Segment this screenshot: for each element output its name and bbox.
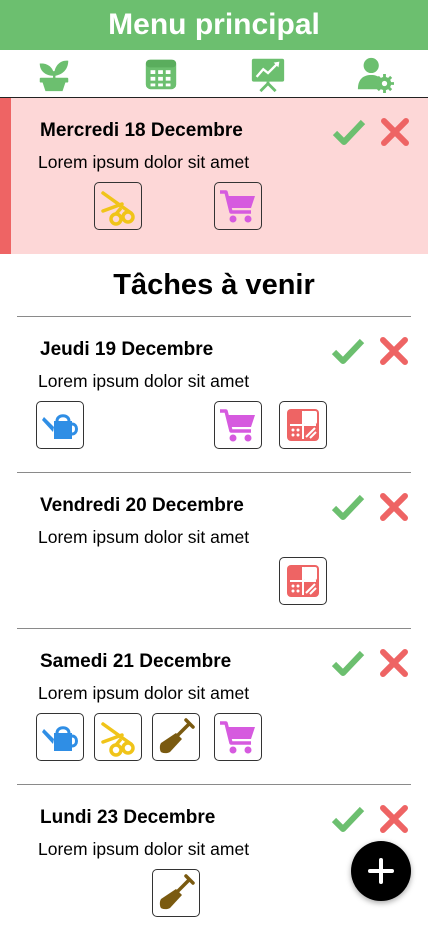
task-card[interactable]: Samedi 21 Decembre Lorem ipsum dolor sit… [17, 628, 411, 784]
nav-profile[interactable] [321, 50, 428, 97]
nav-bar [0, 50, 428, 98]
page-title: Menu principal [108, 8, 320, 41]
tool-calculator[interactable] [279, 401, 327, 449]
shovel-icon [159, 874, 195, 910]
task-description: Lorem ipsum dolor sit amet [38, 152, 250, 172]
nav-calendar[interactable] [107, 50, 214, 97]
delete-task-button[interactable] [377, 802, 411, 836]
chart-icon [251, 58, 284, 92]
task-actions [331, 490, 411, 524]
tool-calculator[interactable] [279, 557, 327, 605]
tool-shovel[interactable] [152, 869, 200, 917]
tool-cart[interactable] [214, 713, 262, 761]
upcoming-task-list: Jeudi 19 Decembre Lorem ipsum dolor sit … [0, 316, 428, 926]
complete-task-button[interactable] [332, 115, 366, 149]
scissors-icon [101, 722, 135, 757]
tool-scissors[interactable] [94, 713, 142, 761]
calculator-icon [287, 565, 319, 597]
task-card[interactable]: Lundi 23 Decembre Lorem ipsum dolor sit … [17, 784, 411, 926]
watering-can-icon [42, 414, 78, 439]
plant-icon [39, 60, 68, 91]
watering-can-icon [42, 726, 78, 751]
check-icon [331, 494, 365, 520]
cart-icon [220, 721, 255, 754]
check-icon [332, 119, 366, 145]
app-header: Menu principal [0, 0, 428, 50]
task-description: Lorem ipsum dolor sit amet [38, 371, 250, 391]
cart-icon [220, 409, 255, 442]
plus-icon [368, 858, 394, 884]
upcoming-section-title: Tâches à venir [113, 268, 315, 301]
delete-task-button[interactable] [377, 490, 411, 524]
tool-cart[interactable] [214, 401, 262, 449]
check-icon [331, 806, 365, 832]
task-date: Lundi 23 Decembre [40, 807, 216, 828]
close-icon [380, 649, 408, 677]
shovel-icon [159, 718, 195, 754]
tool-scissors[interactable] [94, 182, 142, 230]
task-date: Jeudi 19 Decembre [40, 339, 214, 360]
delete-task-button[interactable] [378, 115, 412, 149]
close-icon [380, 805, 408, 833]
task-date: Vendredi 20 Decembre [40, 495, 244, 516]
add-task-button[interactable] [351, 841, 411, 901]
nav-plants[interactable] [0, 50, 107, 97]
task-actions [331, 646, 411, 680]
calendar-icon [145, 59, 176, 89]
tool-watering-can[interactable] [36, 713, 84, 761]
delete-task-button[interactable] [377, 334, 411, 368]
today-accent-bar [0, 98, 11, 254]
delete-task-button[interactable] [377, 646, 411, 680]
close-icon [381, 118, 409, 146]
task-card[interactable]: Vendredi 20 Decembre Lorem ipsum dolor s… [17, 472, 411, 628]
complete-task-button[interactable] [331, 802, 365, 836]
task-description: Lorem ipsum dolor sit amet [38, 527, 250, 547]
task-date: Samedi 21 Decembre [40, 651, 232, 672]
user-settings-icon [357, 57, 394, 93]
task-actions [332, 115, 412, 149]
close-icon [380, 337, 408, 365]
task-actions [331, 802, 411, 836]
check-icon [331, 338, 365, 364]
check-icon [331, 650, 365, 676]
task-date: Mercredi 18 Decembre [40, 120, 243, 141]
close-icon [380, 493, 408, 521]
task-card[interactable]: Jeudi 19 Decembre Lorem ipsum dolor sit … [17, 316, 411, 472]
task-description: Lorem ipsum dolor sit amet [38, 839, 250, 859]
task-actions [331, 334, 411, 368]
tool-shovel[interactable] [152, 713, 200, 761]
complete-task-button[interactable] [331, 334, 365, 368]
cart-icon [220, 190, 255, 223]
tool-cart[interactable] [214, 182, 262, 230]
tool-watering-can[interactable] [36, 401, 84, 449]
calculator-icon [287, 409, 319, 441]
complete-task-button[interactable] [331, 490, 365, 524]
scissors-icon [101, 191, 135, 226]
task-description: Lorem ipsum dolor sit amet [38, 683, 250, 703]
nav-stats[interactable] [214, 50, 321, 97]
complete-task-button[interactable] [331, 646, 365, 680]
today-task[interactable]: Mercredi 18 Decembre Lorem ipsum dolor s… [0, 98, 428, 254]
